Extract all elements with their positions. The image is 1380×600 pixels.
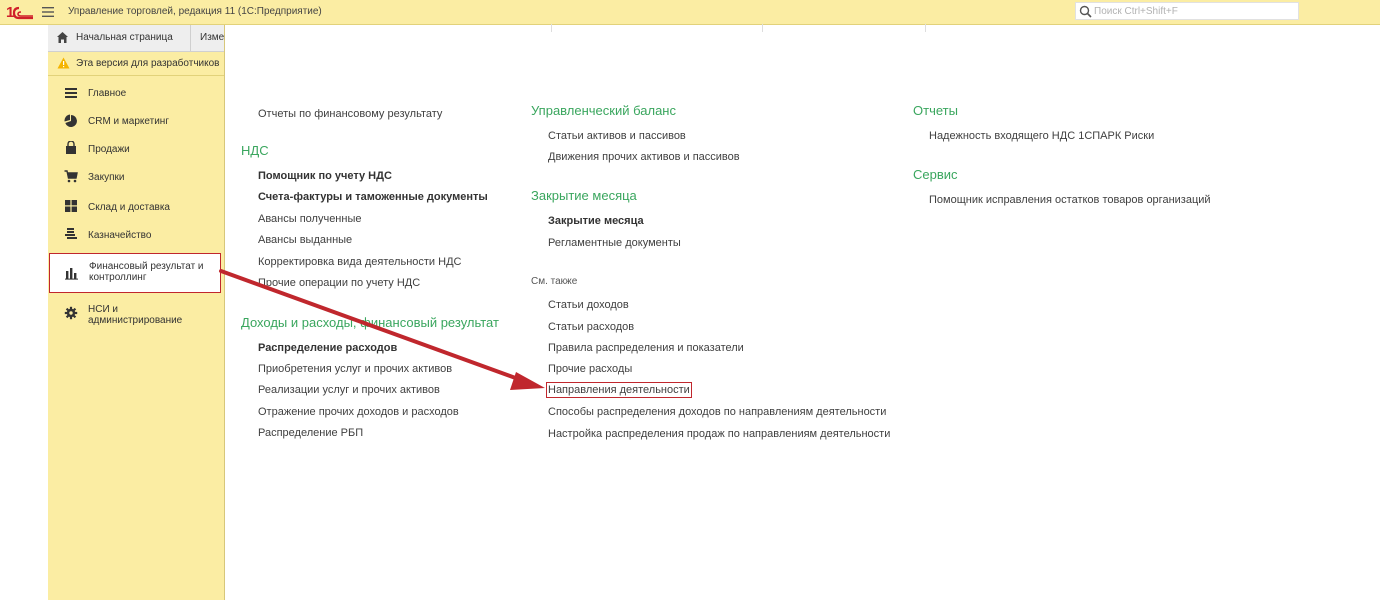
section-label: Закупки	[88, 172, 125, 183]
link-advances-issued[interactable]: Авансы выданные	[258, 234, 352, 246]
link-income-items[interactable]: Статьи доходов	[548, 299, 629, 311]
app-title: Управление торговлей, редакция 11 (1С:Пр…	[68, 6, 322, 17]
warehouse-icon	[65, 200, 77, 212]
group-header-vat: НДС	[241, 143, 269, 158]
group-header-month-closing: Закрытие месяца	[531, 188, 637, 203]
group-header-management-balance: Управленческий баланс	[531, 103, 676, 118]
section-main[interactable]: Главное	[48, 82, 224, 108]
treasury-icon	[65, 228, 77, 239]
section-crm[interactable]: CRM и маркетинг	[48, 110, 224, 136]
tab-home[interactable]: Начальная страница	[48, 25, 188, 51]
divider	[925, 24, 926, 32]
tab-home-label: Начальная страница	[76, 32, 173, 43]
section-label-line1: Финансовый результат и	[89, 261, 204, 272]
link-service-sales[interactable]: Реализации услуг и прочих активов	[258, 384, 440, 396]
link-vat-reliability-report[interactable]: Надежность входящего НДС 1СПАРК Риски	[929, 130, 1154, 142]
global-search[interactable]: Поиск Ctrl+Shift+F	[1075, 2, 1299, 20]
link-other-vat-operations[interactable]: Прочие операции по учету НДС	[258, 277, 420, 289]
shopping-bag-icon	[66, 141, 76, 154]
group-header-income-expenses: Доходы и расходы, финансовый результат	[241, 315, 499, 330]
link-advances-received[interactable]: Авансы полученные	[258, 213, 362, 225]
tab-changes[interactable]: Изменения	[190, 25, 225, 51]
link-regulatory-documents[interactable]: Регламентные документы	[548, 237, 681, 249]
group-header-see-also: См. также	[531, 276, 578, 287]
search-icon	[1079, 5, 1092, 18]
section-sales[interactable]: Продажи	[48, 138, 224, 164]
section-label: Продажи	[88, 144, 130, 155]
link-service-acquisitions[interactable]: Приобретения услуг и прочих активов	[258, 363, 452, 375]
section-purchases[interactable]: Закупки	[48, 166, 224, 192]
developer-warning[interactable]: Эта версия для разработчиков	[48, 52, 224, 76]
link-business-directions[interactable]: Направления деятельности	[546, 382, 692, 398]
link-assets-liabilities-items[interactable]: Статьи активов и пассивов	[548, 130, 686, 142]
link-invoices-customs[interactable]: Счета-фактуры и таможенные документы	[258, 191, 488, 203]
warning-text: Эта версия для разработчиков	[76, 58, 220, 69]
divider	[551, 24, 552, 32]
bar-chart-icon	[65, 268, 78, 280]
section-label-line2: контроллинг	[89, 272, 147, 283]
section-warehouse[interactable]: Склад и доставка	[48, 196, 224, 222]
section-label: Казначейство	[88, 230, 152, 241]
home-icon	[57, 32, 68, 43]
link-stock-correction-assistant[interactable]: Помощник исправления остатков товаров ор…	[929, 194, 1211, 206]
link-vat-activity-correction[interactable]: Корректировка вида деятельности НДС	[258, 256, 461, 268]
link-income-distribution-methods[interactable]: Способы распределения доходов по направл…	[548, 406, 886, 418]
pie-chart-icon	[64, 114, 77, 127]
tab-bar: Начальная страница Изменения	[48, 25, 225, 52]
section-label: Главное	[88, 88, 127, 99]
link-financial-result-reports[interactable]: Отчеты по финансовому результату	[258, 108, 442, 120]
cart-icon	[64, 170, 78, 183]
section-label: Склад и доставка	[88, 202, 170, 213]
section-nsi-admin[interactable]: НСИ и администрирование	[48, 300, 224, 336]
link-other-assets-movements[interactable]: Движения прочих активов и пассивов	[548, 151, 740, 163]
tab-changes-label: Изменения	[200, 32, 225, 43]
link-expense-items[interactable]: Статьи расходов	[548, 321, 634, 333]
divider	[762, 24, 763, 32]
link-other-expenses[interactable]: Прочие расходы	[548, 363, 632, 375]
section-treasury[interactable]: Казначейство	[48, 224, 224, 250]
group-header-reports: Отчеты	[913, 103, 958, 118]
group-header-service: Сервис	[913, 167, 958, 182]
link-other-income-expenses[interactable]: Отражение прочих доходов и расходов	[258, 406, 459, 418]
link-vat-assistant[interactable]: Помощник по учету НДС	[258, 170, 392, 182]
menu-icon	[65, 88, 77, 98]
link-rbp-distribution[interactable]: Распределение РБП	[258, 427, 363, 439]
link-expense-distribution[interactable]: Распределение расходов	[258, 342, 397, 354]
1c-logo-icon[interactable]: 1	[6, 3, 36, 21]
link-month-closing[interactable]: Закрытие месяца	[548, 215, 644, 227]
link-distribution-rules[interactable]: Правила распределения и показатели	[548, 342, 744, 354]
section-label-line2: администрирование	[88, 315, 183, 326]
link-sales-distribution-settings[interactable]: Настройка распределения продаж по направ…	[548, 428, 890, 440]
title-bar: 1 Управление торговлей, редакция 11 (1С:…	[0, 0, 1380, 25]
main-menu-icon[interactable]	[40, 2, 58, 22]
gear-icon	[64, 306, 78, 320]
section-label-line1: НСИ и	[88, 304, 118, 315]
search-input[interactable]: Поиск Ctrl+Shift+F	[1094, 6, 1178, 17]
warning-icon	[57, 57, 70, 69]
section-label: CRM и маркетинг	[88, 116, 169, 127]
section-financial-result[interactable]: Финансовый результат и контроллинг	[49, 253, 221, 293]
